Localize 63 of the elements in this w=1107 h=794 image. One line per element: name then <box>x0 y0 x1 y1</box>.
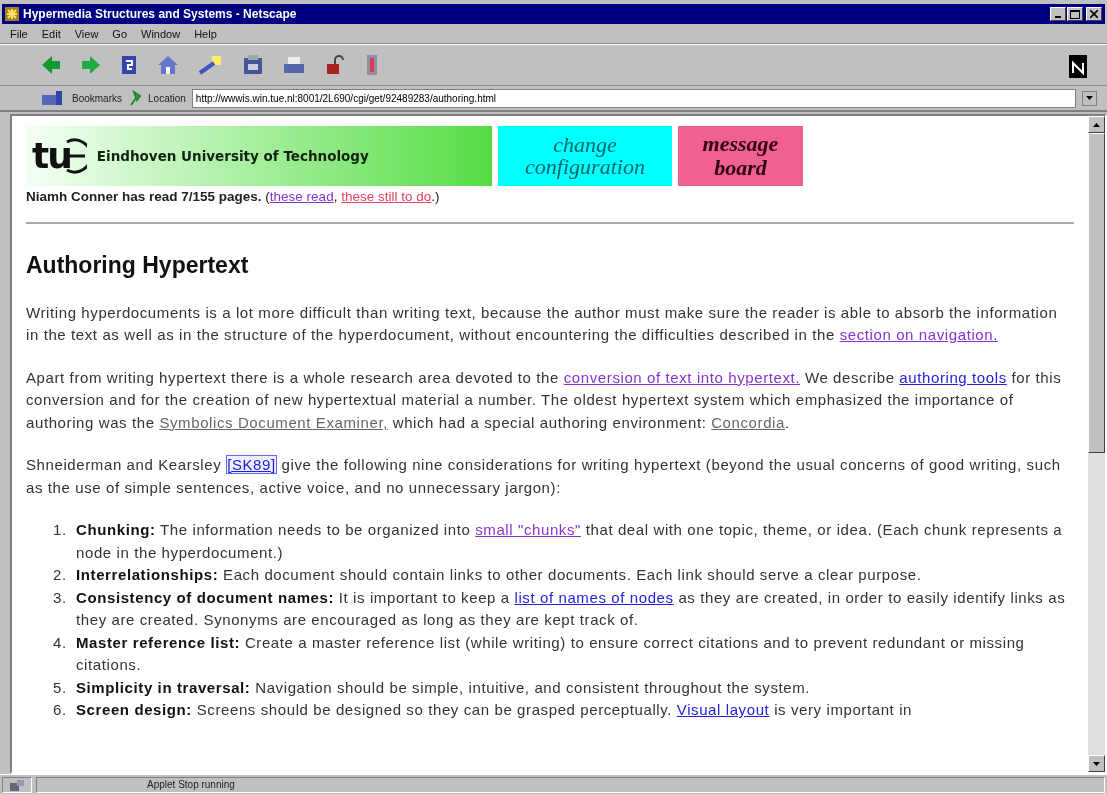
down-arrow-icon <box>1093 761 1100 766</box>
link[interactable]: Concordia <box>711 413 785 431</box>
lock-icon[interactable] <box>324 54 346 76</box>
university-banner[interactable]: tu Eindhoven University of Technology <box>26 126 492 186</box>
scroll-up-button[interactable] <box>1088 116 1105 133</box>
university-name: Eindhoven University of Technology <box>96 146 369 166</box>
app-icon <box>5 7 19 21</box>
location-label: Location <box>148 91 186 106</box>
scrollbar[interactable] <box>1088 116 1105 772</box>
up-arrow-icon <box>1093 122 1100 127</box>
link[interactable]: authoring tools <box>899 368 1007 386</box>
list-number: 5. <box>53 677 68 698</box>
home-icon[interactable] <box>156 54 180 76</box>
message-board-link[interactable]: message board <box>678 126 803 186</box>
close-button[interactable] <box>1086 7 1102 21</box>
menu-item[interactable]: View <box>74 26 99 41</box>
change-configuration-link[interactable]: change configuration <box>498 126 672 186</box>
url-field[interactable]: http://wwwis.win.tue.nl:8001/2L690/cgi/get/92489283/authoring.html <box>191 88 1076 108</box>
progress-text: Niamh Conner has read 7/155 pages. (these read, these still to do.) <box>26 188 441 206</box>
menu-item[interactable]: Window <box>141 26 181 41</box>
list-item-text: Simplicity in traversal: Navigation should be simple, intuitive, and consistent throughout the system. <box>76 677 811 698</box>
list-number: 4. <box>53 632 68 653</box>
paragraph: Writing hyperdocuments is a lot more difficult than writing text, because the author must make sure the reader is able to absorb the information in the text as well as in the structure of the hyperdocument, without encountering the difficulties described in the section on navigation. <box>26 302 1059 346</box>
scroll-down-button[interactable] <box>1088 755 1105 772</box>
status-text: Applet Stop running <box>147 778 235 792</box>
link[interactable]: these read <box>269 189 334 204</box>
link[interactable]: these still to do <box>341 189 432 204</box>
connection-icon <box>2 776 32 793</box>
link[interactable]: conversion of text into hypertext. <box>563 368 801 386</box>
maximize-icon <box>1070 9 1080 19</box>
menu-item[interactable]: Help <box>194 26 217 41</box>
menu-item[interactable]: Go <box>112 26 128 41</box>
list-item-text: Consistency of document names: It is important to keep a list of names of nodes as they are created, in order to easily identify links as they are created. Synonyms are encouraged as long as they are kept track of. <box>76 587 1067 631</box>
bookmarks-button[interactable]: Bookmarks <box>72 90 122 106</box>
browser-logo-icon <box>1069 55 1087 75</box>
link[interactable]: Visual layout <box>676 701 770 719</box>
close-icon <box>1090 10 1098 18</box>
list-number: 3. <box>53 587 68 608</box>
print-icon[interactable] <box>282 54 306 76</box>
link[interactable]: small "chunks" <box>475 521 581 539</box>
link[interactable]: list of names of nodes <box>514 588 674 606</box>
citation-link[interactable]: [SK89] <box>226 455 277 475</box>
list-item-text: Master reference list: Create a master reference list (while writing) to ensure correct citations and to prevent redundant or missing citations. <box>76 632 1026 676</box>
link[interactable]: section on navigation. <box>839 326 998 344</box>
menu-item[interactable]: File <box>10 26 28 41</box>
dropdown-button[interactable] <box>1082 90 1097 106</box>
link[interactable]: Symbolics Document Examiner, <box>159 413 388 431</box>
paragraph: Apart from writing hypertext there is a whole research area devoted to the conversion of text into hypertext. We describe authoring tools for this conversion and for the creation of new hypertextual material a number. The oldest hypertext system which emphasized the importance of authoring was the Symbolics Document Examiner, which had a special authoring environment: Concordia. <box>26 367 1063 433</box>
list-item-text: Screen design: Screens should be designed so they can be grasped perceptually. Visual layout is very important in <box>76 700 913 721</box>
caret-icon <box>1086 96 1093 100</box>
list-number: 6. <box>53 700 68 721</box>
list-number: 1. <box>53 520 68 541</box>
minimize-button[interactable] <box>1050 7 1066 21</box>
menu-item[interactable]: Edit <box>41 26 61 41</box>
page-heading: Authoring Hypertext <box>26 252 250 280</box>
list-item-text: Interrelationships: Each document should contain links to other documents. Each link should serve a clear purpose. <box>76 565 922 586</box>
list-item-text: Chunking: The information needs to be organized into small "chunks" that deal with one topic, theme, or idea. (Each chunk represents a node in the hyperdocument.) <box>76 520 1064 563</box>
paragraph: Shneiderman and Kearsley [SK89] give the following nine considerations for writing hypertext (beyond the usual concerns of good writing, such as the use of simple sentences, active voice, and no unnecessary jargon): <box>26 454 1062 498</box>
window-title: Hypermedia Structures and Systems - Netscape <box>23 6 297 23</box>
scroll-thumb[interactable] <box>1088 133 1105 453</box>
logo: tu <box>32 138 87 174</box>
maximize-button[interactable] <box>1067 7 1083 21</box>
list-number: 2. <box>53 565 68 586</box>
